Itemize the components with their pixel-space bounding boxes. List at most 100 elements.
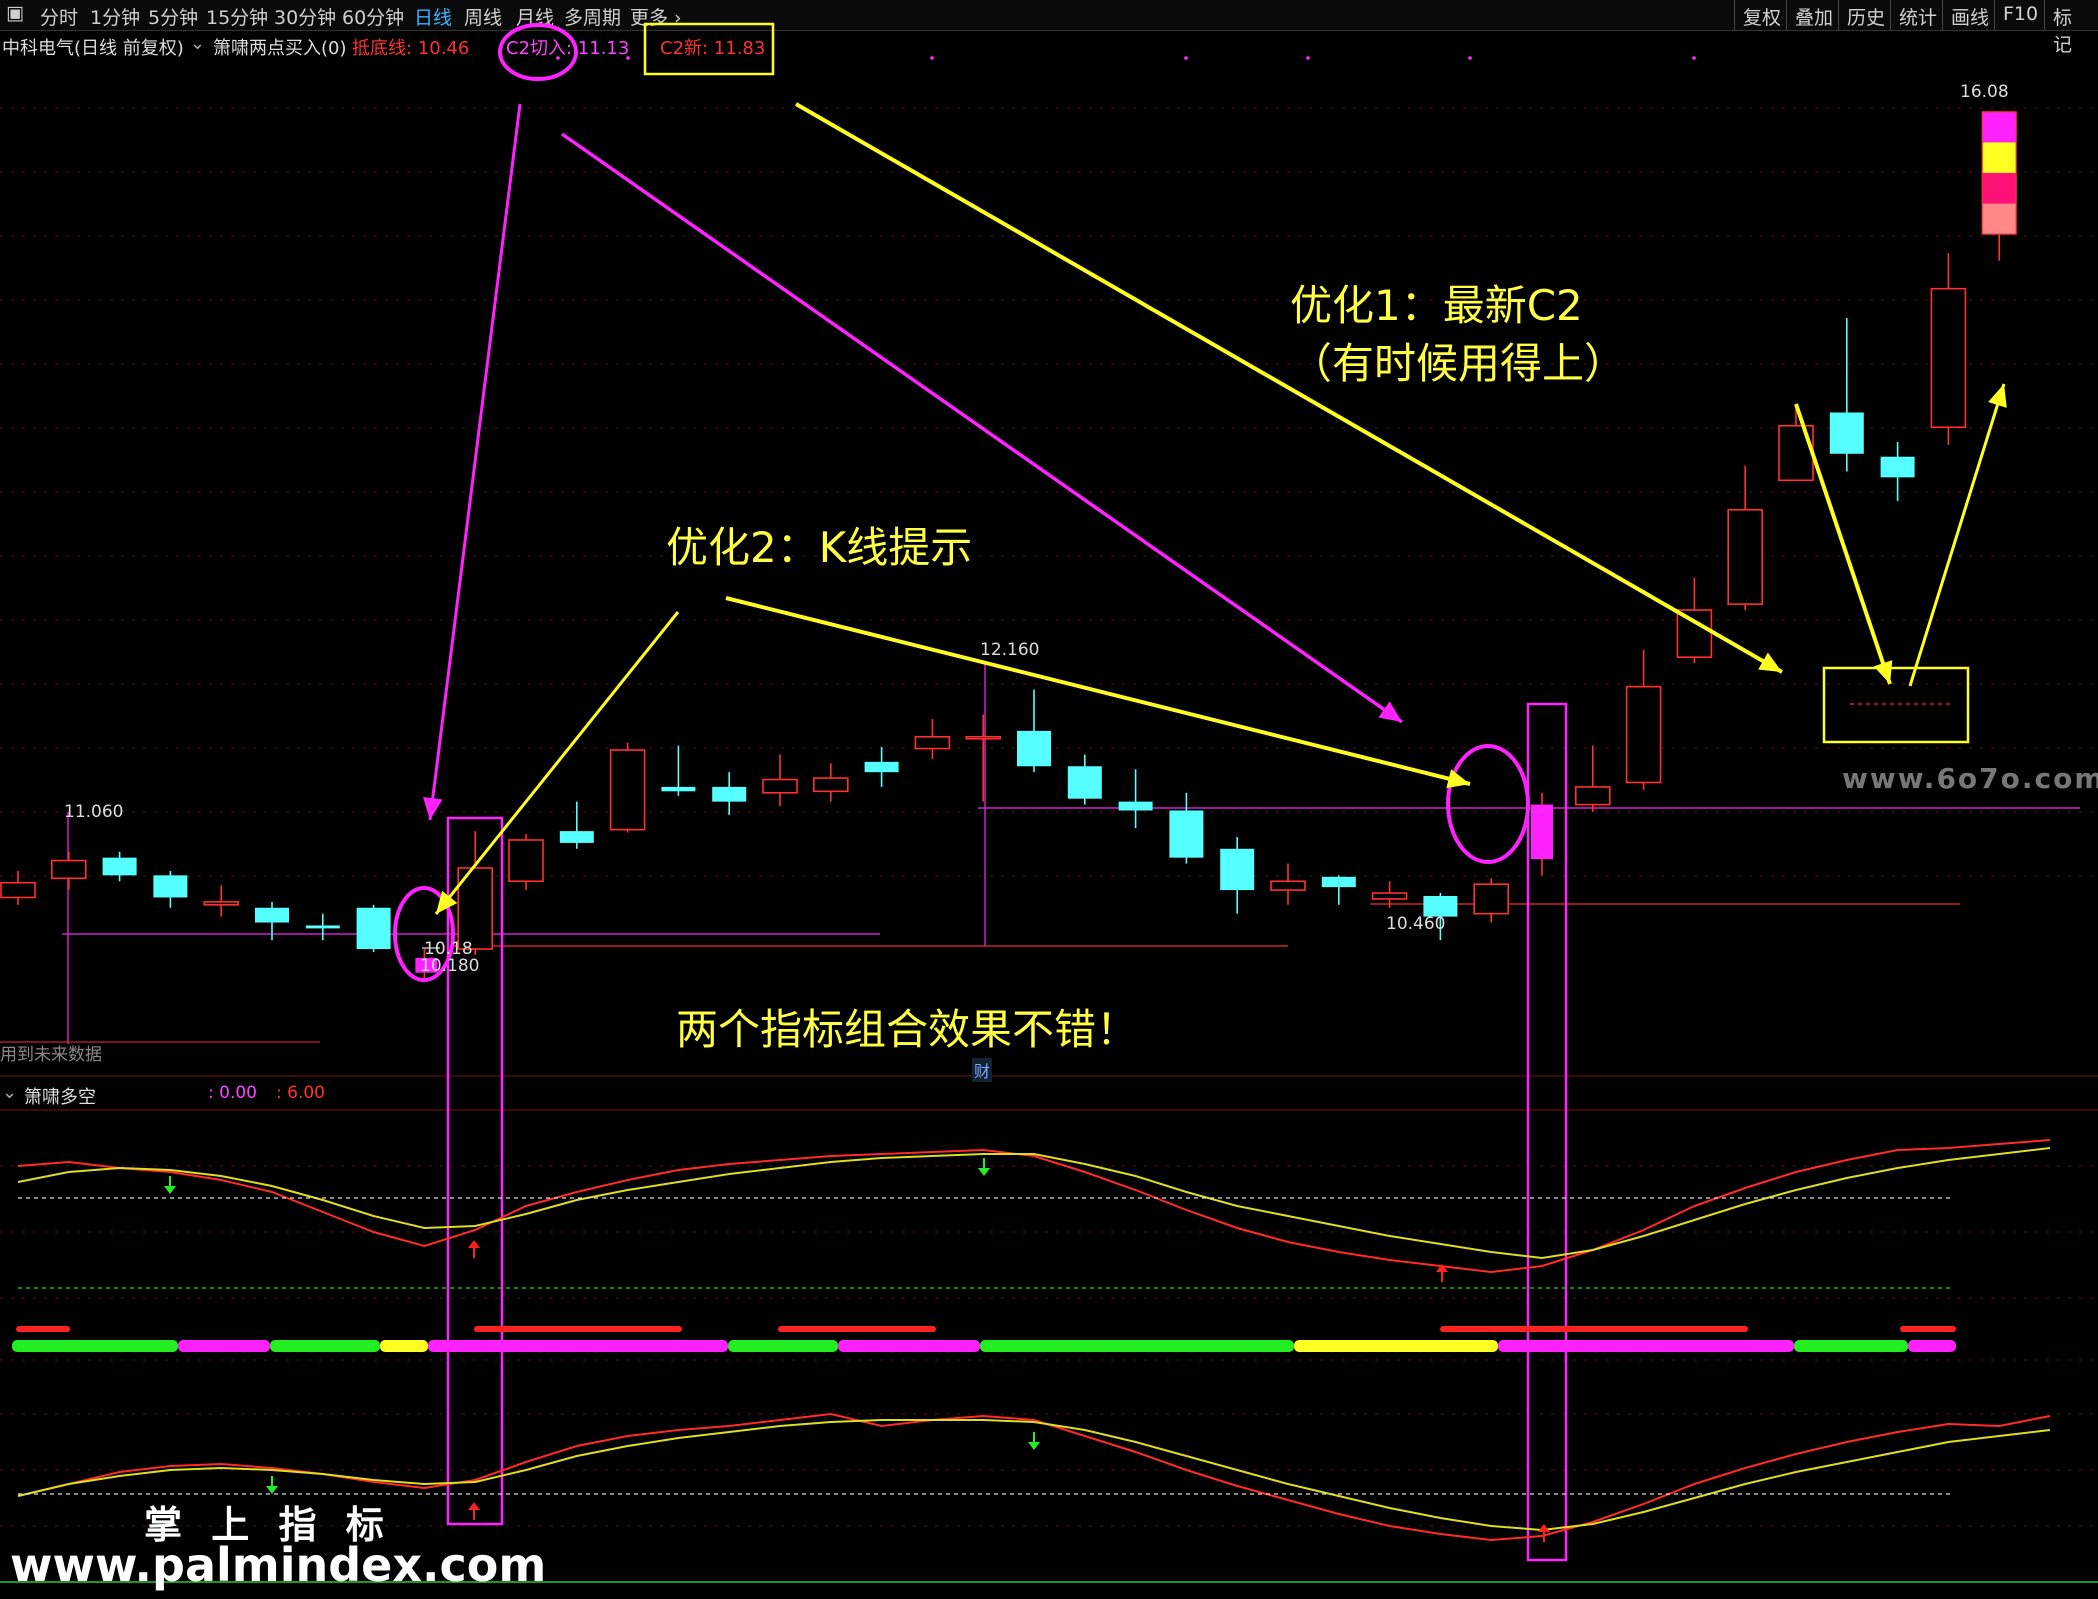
- candle-body-7: [356, 907, 391, 950]
- price-label-low-left: 10.180: [420, 956, 480, 976]
- state-bar-seg-0: [12, 1340, 178, 1352]
- state-bar-top-3: [1440, 1326, 1748, 1332]
- osc1-yellow-line: [17, 1147, 2051, 1260]
- osc1-sell-1-tip: [164, 1186, 176, 1194]
- candle-stack-seg-3: [1982, 203, 2017, 235]
- candle-body-16: [812, 777, 849, 793]
- signal-ellipse-right: [1446, 744, 1530, 864]
- candle-stack-seg-2: [1982, 172, 2017, 204]
- candle-body-27: [1371, 892, 1408, 900]
- header-dot-6: [1692, 56, 1696, 60]
- osc2-buy-2-tip: [1538, 1524, 1550, 1532]
- future-data-note: 用到未来数据: [0, 1045, 102, 1065]
- price-label-high: 16.08: [1960, 82, 2009, 102]
- osc2-sell-2-tip: [1028, 1442, 1040, 1450]
- state-bar-top-2: [778, 1326, 936, 1332]
- state-bar-seg-10: [1794, 1340, 1908, 1352]
- candle-body-32: [1625, 685, 1662, 784]
- header-dot-3: [1184, 56, 1188, 60]
- arrow-c2-to-left-head: [423, 797, 443, 820]
- oscillator-value-2: : 6.00: [276, 1083, 325, 1103]
- indicator-name[interactable]: 箫啸两点买入(0): [213, 34, 347, 60]
- osc2-sell-1-tip: [266, 1486, 278, 1494]
- candle-body-13: [661, 786, 696, 792]
- arrow-box-up-head: [1988, 384, 2007, 408]
- oscillator-title: 箫啸多空: [24, 1087, 96, 1108]
- candle-body-4: [203, 901, 239, 906]
- oscillator-value-1: : 0.00: [208, 1083, 257, 1103]
- candle-body-12: [609, 749, 646, 831]
- state-bar-seg-6: [838, 1340, 980, 1352]
- state-bar-seg-8: [1294, 1340, 1498, 1352]
- price-label-low-arrow: 10.18: [424, 939, 473, 959]
- state-bar-seg-5: [728, 1340, 838, 1352]
- legend-c2-new: C2新: 11.83: [660, 38, 766, 59]
- candle-body-6: [305, 925, 340, 929]
- candle-body-20: [1017, 730, 1051, 767]
- candle-body-17: [864, 761, 899, 773]
- candle-body-33: [1676, 609, 1713, 658]
- state-bar-seg-4: [428, 1340, 728, 1352]
- candle-body-21: [1067, 766, 1102, 799]
- price-label-left-high: 11.060: [64, 802, 124, 822]
- state-bar-seg-7: [980, 1340, 1294, 1352]
- candle-body-26: [1321, 876, 1356, 888]
- state-bar-seg-9: [1498, 1340, 1794, 1352]
- state-bar-top-4: [1900, 1326, 1956, 1332]
- arrow-box-up-shaft: [1908, 383, 2006, 687]
- annotation-optimization-1-note: （有时候用得上）: [1290, 339, 1627, 388]
- chart-canvas: [0, 22, 2098, 1583]
- candle-body-0: [0, 881, 36, 899]
- header-dot-2: [930, 56, 934, 60]
- state-bar-top-1: [474, 1326, 682, 1332]
- url-watermark: www.palmindex.com: [10, 1538, 547, 1592]
- stock-title: 中科电气(日线 前复权): [2, 38, 184, 59]
- annotation-combination: 两个指标组合效果不错！: [676, 1005, 1139, 1054]
- candle-body-37: [1880, 456, 1915, 478]
- chevron-down-icon[interactable]: ⌄: [190, 33, 205, 54]
- candle-body-22: [1118, 801, 1153, 811]
- legend-bottom-line: 抵底线: 10.46: [352, 38, 470, 59]
- candle-body-2: [102, 857, 137, 876]
- arrow-opt1-box-shaft: [795, 102, 1783, 674]
- candle-body-38: [1930, 287, 1967, 429]
- state-bar-seg-11: [1908, 1340, 1956, 1352]
- candle-body-25: [1270, 880, 1306, 891]
- osc2-buy-1-tip: [468, 1502, 480, 1510]
- site-watermark: www.6o7o.com: [1842, 762, 2098, 795]
- arrow-c2-to-left-shaft: [428, 103, 522, 821]
- finance-marker[interactable]: 财: [972, 1058, 993, 1082]
- candle-body-34: [1727, 508, 1763, 605]
- price-label-peak: 12.160: [980, 640, 1040, 660]
- candle-body-31: [1575, 786, 1611, 806]
- arrow-kline-right-head: [1446, 769, 1470, 789]
- state-bar-seg-1: [178, 1340, 270, 1352]
- state-bar-top-0: [16, 1326, 70, 1332]
- legend-c2-entry: C2切入: 11.13: [506, 38, 630, 59]
- candle-stack-seg-1: [1982, 142, 2017, 173]
- candle-body-11: [559, 831, 594, 843]
- candle-body-23: [1169, 810, 1204, 858]
- candle-body-10: [508, 839, 544, 883]
- state-bar-seg-3: [380, 1340, 428, 1352]
- osc1-red-line: [17, 1139, 2051, 1274]
- chevron-down-icon[interactable]: ⌄: [2, 1082, 17, 1103]
- candle-body-24: [1220, 848, 1255, 891]
- candle-stack-seg-0: [1982, 111, 2017, 143]
- candle-body-18: [914, 735, 951, 750]
- header-dot-5: [1468, 56, 1472, 60]
- annotation-optimization-1: 优化1：最新C2: [1290, 281, 1583, 330]
- candle-body-30: [1531, 804, 1553, 860]
- osc1-buy-1-tip: [468, 1240, 480, 1248]
- candle-body-14: [712, 786, 747, 802]
- arrow-drop-to-box-head: [1873, 660, 1893, 684]
- candle-body-5: [255, 907, 289, 923]
- arrow-c2-to-right-head: [1378, 701, 1402, 722]
- price-label-low-right: 10.460: [1386, 914, 1446, 934]
- candle-body-19: [965, 735, 1002, 740]
- state-bar-seg-2: [270, 1340, 380, 1352]
- header-dot-4: [1306, 56, 1310, 60]
- annotation-optimization-2: 优化2：K线提示: [666, 523, 973, 572]
- candle-body-36: [1829, 412, 1864, 454]
- candle-body-29: [1473, 883, 1509, 915]
